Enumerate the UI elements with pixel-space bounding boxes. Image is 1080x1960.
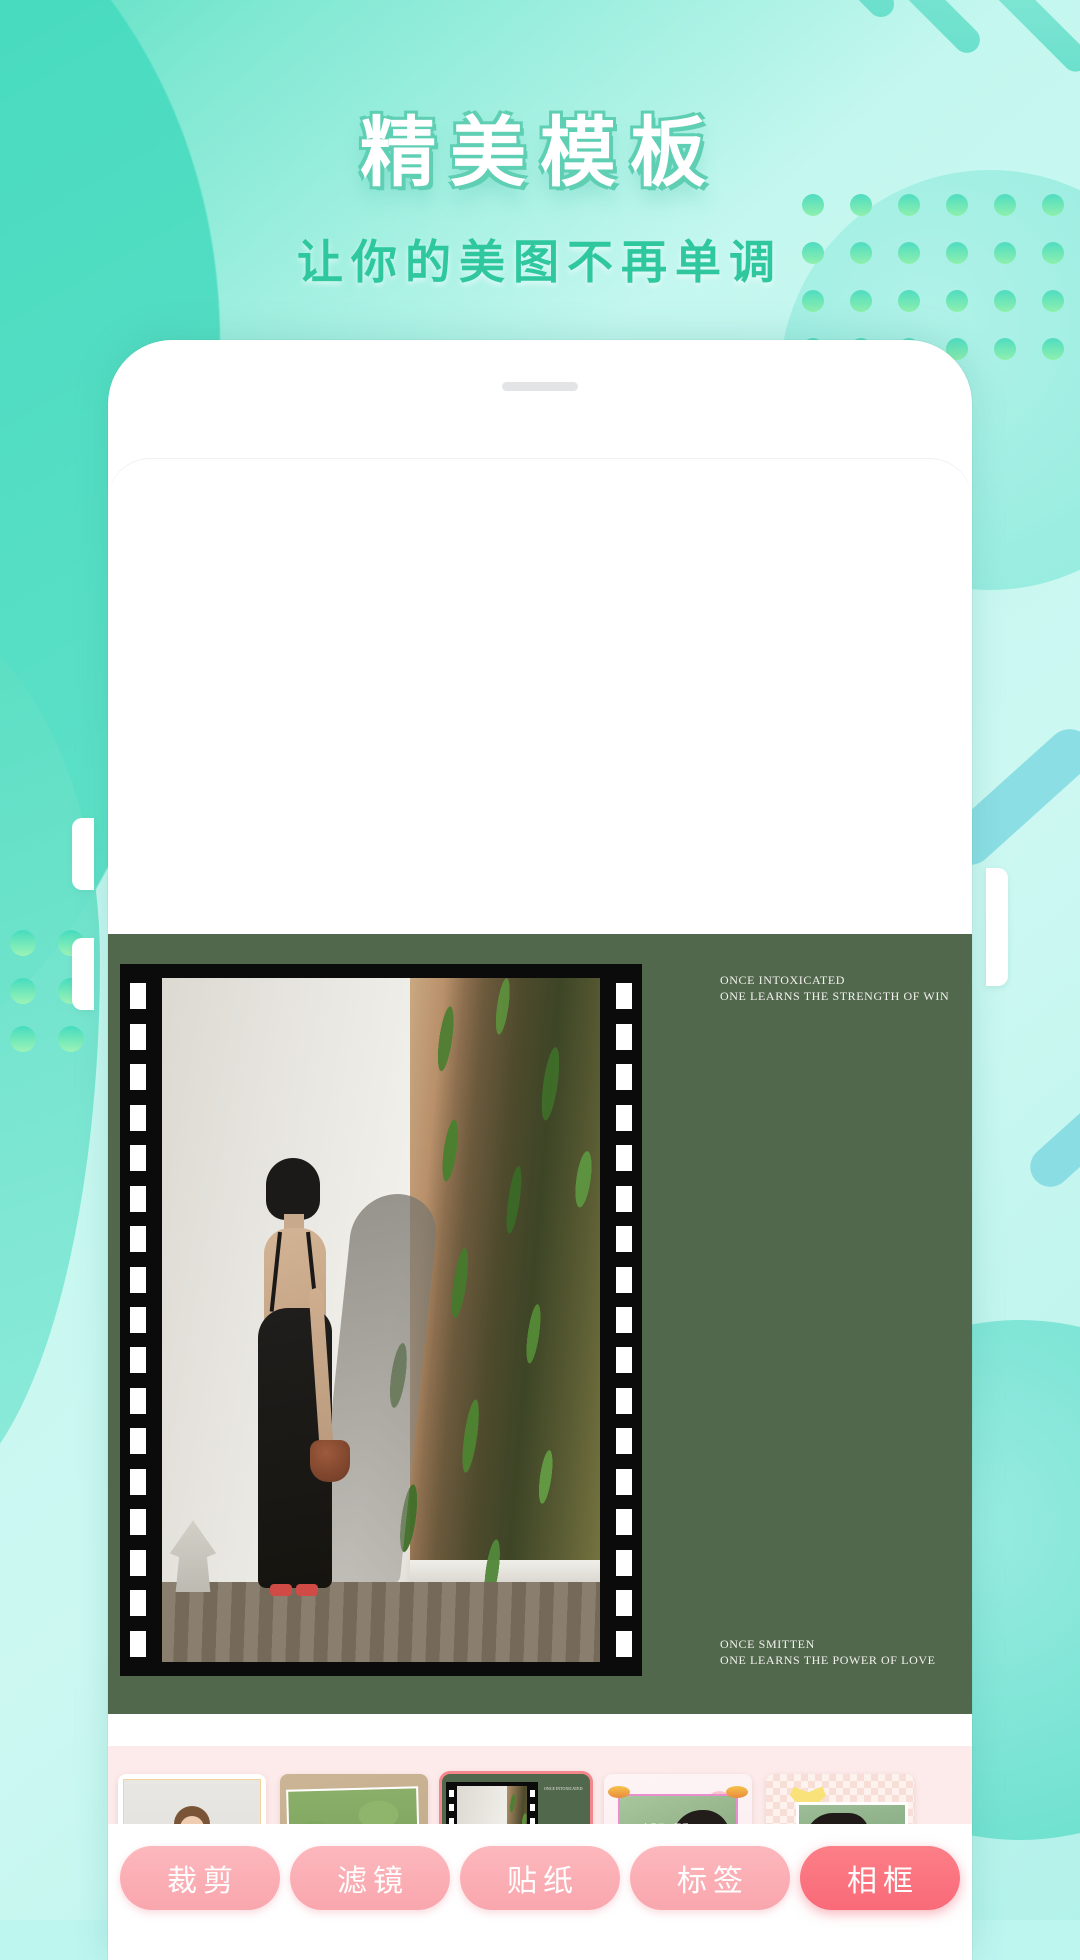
phone-screen: ONCE INTOXICATED ONE LEARNS THE STRENGTH… — [108, 458, 972, 1960]
crop-button[interactable]: 裁剪 — [120, 1846, 280, 1910]
power-button[interactable] — [986, 868, 1008, 986]
ufo-sticker-icon — [608, 1786, 630, 1798]
canvas-caption-bottom-line2: ONE LEARNS THE POWER OF LOVE — [720, 1652, 936, 1668]
canvas-caption-bottom-line1: ONCE SMITTEN — [720, 1636, 936, 1652]
canvas-caption-top-line2: ONE LEARNS THE STRENGTH OF WIN — [720, 988, 949, 1004]
canvas-caption-top-line1: ONCE INTOXICATED — [720, 972, 949, 988]
canvas-caption-top[interactable]: ONCE INTOXICATED ONE LEARNS THE STRENGTH… — [720, 972, 949, 1004]
page-title: 精美模板 — [0, 112, 1080, 196]
background-diagonal-bar-2 — [1022, 1085, 1080, 1195]
editor-canvas[interactable]: ONCE INTOXICATED ONE LEARNS THE STRENGTH… — [108, 934, 972, 1714]
editor-toolbar: 裁剪 滤镜 贴纸 标签 相框 — [108, 1824, 972, 1960]
film-strip-frame — [120, 964, 642, 1676]
hero-text-block: 精美模板 让你的美图不再单调 — [0, 112, 1080, 292]
sticker-button[interactable]: 贴纸 — [460, 1846, 620, 1910]
figure-handbag — [310, 1440, 350, 1482]
film-perforations-right — [612, 964, 636, 1676]
volume-up-button[interactable] — [72, 818, 94, 890]
filter-button[interactable]: 滤镜 — [290, 1846, 450, 1910]
background-stripe-1 — [641, 0, 900, 22]
phone-speaker-grille — [502, 382, 578, 391]
figure-shoe-left — [270, 1584, 292, 1596]
user-photo[interactable] — [162, 978, 600, 1662]
phone-mockup: ONCE INTOXICATED ONE LEARNS THE STRENGTH… — [108, 340, 972, 1960]
figure-head — [266, 1158, 320, 1220]
thumb-caption-top: ONCE INTOXICATED — [544, 1786, 582, 1792]
label-button[interactable]: 标签 — [630, 1846, 790, 1910]
canvas-caption-bottom[interactable]: ONCE SMITTEN ONE LEARNS THE POWER OF LOV… — [720, 1636, 936, 1668]
figure-shoe-right — [296, 1584, 318, 1596]
photo-woman-figure — [240, 1158, 352, 1588]
photo-wooden-deck — [162, 1582, 600, 1662]
page-subtitle: 让你的美图不再单调 — [0, 226, 1080, 292]
frame-button[interactable]: 相框 — [800, 1846, 960, 1910]
ufo-sticker-icon-2 — [726, 1786, 748, 1798]
film-perforations-left — [126, 964, 150, 1676]
volume-down-button[interactable] — [72, 938, 94, 1010]
